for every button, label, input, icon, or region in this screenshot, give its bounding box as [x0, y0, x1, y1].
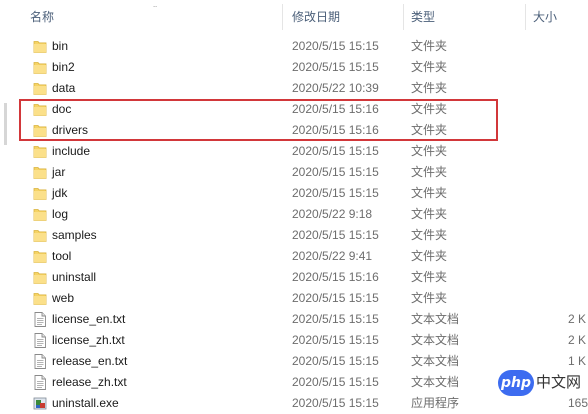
file-row[interactable]: jdk 2020/5/15 15:15 文件夹	[0, 183, 588, 204]
file-modified-date: 2020/5/15 15:15	[292, 291, 379, 305]
file-modified-date: 2020/5/15 15:15	[292, 333, 379, 347]
watermark: php 中文网	[498, 370, 588, 398]
file-row[interactable]: bin 2020/5/15 15:15 文件夹	[0, 36, 588, 57]
file-row[interactable]: bin2 2020/5/15 15:15 文件夹	[0, 57, 588, 78]
file-row[interactable]: license_zh.txt 2020/5/15 15:15 文本文档 2 K	[0, 330, 588, 351]
column-header: 名称 ˙˙ 修改日期 类型 大小	[0, 0, 588, 34]
file-row[interactable]: jar 2020/5/15 15:15 文件夹	[0, 162, 588, 183]
file-name: log	[52, 207, 69, 221]
file-type: 文件夹	[411, 39, 448, 53]
file-modified-date: 2020/5/15 15:15	[292, 60, 379, 74]
file-type: 文件夹	[411, 186, 448, 200]
folder-icon	[33, 165, 47, 180]
file-type: 文本文档	[411, 333, 460, 347]
text-file-icon	[33, 312, 47, 327]
file-name: release_zh.txt	[52, 375, 127, 389]
file-name: jdk	[52, 186, 68, 200]
file-name: bin2	[52, 60, 75, 74]
file-modified-date: 2020/5/15 15:15	[292, 228, 379, 242]
file-type: 文件夹	[411, 291, 448, 305]
file-row[interactable]: samples 2020/5/15 15:15 文件夹	[0, 225, 588, 246]
file-modified-date: 2020/5/15 15:15	[292, 354, 379, 368]
column-divider[interactable]	[282, 4, 283, 30]
folder-icon	[33, 249, 47, 264]
file-type: 应用程序	[411, 396, 460, 410]
file-modified-date: 2020/5/15 15:15	[292, 312, 379, 326]
file-row[interactable]: release_en.txt 2020/5/15 15:15 文本文档 1 K	[0, 351, 588, 372]
file-name: data	[52, 81, 76, 95]
file-modified-date: 2020/5/15 15:15	[292, 375, 379, 389]
file-size: 2 K	[568, 312, 587, 326]
file-type: 文件夹	[411, 60, 448, 74]
column-header-name[interactable]: 名称	[30, 0, 54, 34]
file-name: web	[52, 291, 75, 305]
file-modified-date: 2020/5/15 15:15	[292, 186, 379, 200]
folder-icon	[33, 291, 47, 306]
file-size: 1 K	[568, 354, 587, 368]
file-name: jar	[52, 165, 66, 179]
folder-icon	[33, 144, 47, 159]
file-modified-date: 2020/5/15 15:16	[292, 270, 379, 284]
file-row[interactable]: tool 2020/5/22 9:41 文件夹	[0, 246, 588, 267]
text-file-icon	[33, 333, 47, 348]
file-modified-date: 2020/5/22 9:41	[292, 249, 373, 263]
file-name: license_zh.txt	[52, 333, 125, 347]
file-type: 文件夹	[411, 228, 448, 242]
text-file-icon	[33, 375, 47, 390]
folder-icon	[33, 81, 47, 96]
file-row[interactable]: include 2020/5/15 15:15 文件夹	[0, 141, 588, 162]
file-type: 文件夹	[411, 144, 448, 158]
file-type: 文件夹	[411, 207, 448, 221]
file-modified-date: 2020/5/15 15:15	[292, 144, 379, 158]
folder-icon	[33, 207, 47, 222]
installer-exe-icon	[33, 396, 47, 411]
file-type: 文本文档	[411, 375, 460, 389]
file-name: bin	[52, 39, 69, 53]
folder-icon	[33, 186, 47, 201]
watermark-text: 中文网	[536, 374, 582, 391]
file-type: 文件夹	[411, 249, 448, 263]
file-type: 文件夹	[411, 165, 448, 179]
file-name: samples	[52, 228, 97, 242]
file-modified-date: 2020/5/15 15:15	[292, 396, 379, 410]
file-size: 2 K	[568, 333, 587, 347]
file-name: tool	[52, 249, 72, 263]
folder-icon	[33, 228, 47, 243]
text-file-icon	[33, 354, 47, 369]
file-name: license_en.txt	[52, 312, 126, 326]
column-divider[interactable]	[525, 4, 526, 30]
file-name: uninstall	[52, 270, 97, 284]
file-row[interactable]: web 2020/5/15 15:15 文件夹	[0, 288, 588, 309]
column-header-type[interactable]: 类型	[411, 0, 435, 34]
column-header-size[interactable]: 大小	[533, 0, 557, 34]
watermark-logo: php	[498, 370, 534, 396]
file-type: 文件夹	[411, 270, 448, 284]
file-type: 文本文档	[411, 312, 460, 326]
column-divider[interactable]	[403, 4, 404, 30]
highlight-box	[19, 99, 498, 141]
file-name: include	[52, 144, 91, 158]
sort-indicator: ˙˙	[153, 5, 158, 15]
folder-icon	[33, 270, 47, 285]
file-modified-date: 2020/5/22 9:18	[292, 207, 373, 221]
file-name: uninstall.exe	[52, 396, 119, 410]
file-row[interactable]: log 2020/5/22 9:18 文件夹	[0, 204, 588, 225]
file-type: 文本文档	[411, 354, 460, 368]
column-header-date[interactable]: 修改日期	[292, 0, 340, 34]
folder-icon	[33, 39, 47, 54]
file-modified-date: 2020/5/15 15:15	[292, 39, 379, 53]
file-row[interactable]: uninstall 2020/5/15 15:16 文件夹	[0, 267, 588, 288]
file-row[interactable]: data 2020/5/22 10:39 文件夹	[0, 78, 588, 99]
file-row[interactable]: license_en.txt 2020/5/15 15:15 文本文档 2 K	[0, 309, 588, 330]
folder-icon	[33, 60, 47, 75]
file-modified-date: 2020/5/15 15:15	[292, 165, 379, 179]
file-modified-date: 2020/5/22 10:39	[292, 81, 379, 95]
file-name: release_en.txt	[52, 354, 128, 368]
file-type: 文件夹	[411, 81, 448, 95]
